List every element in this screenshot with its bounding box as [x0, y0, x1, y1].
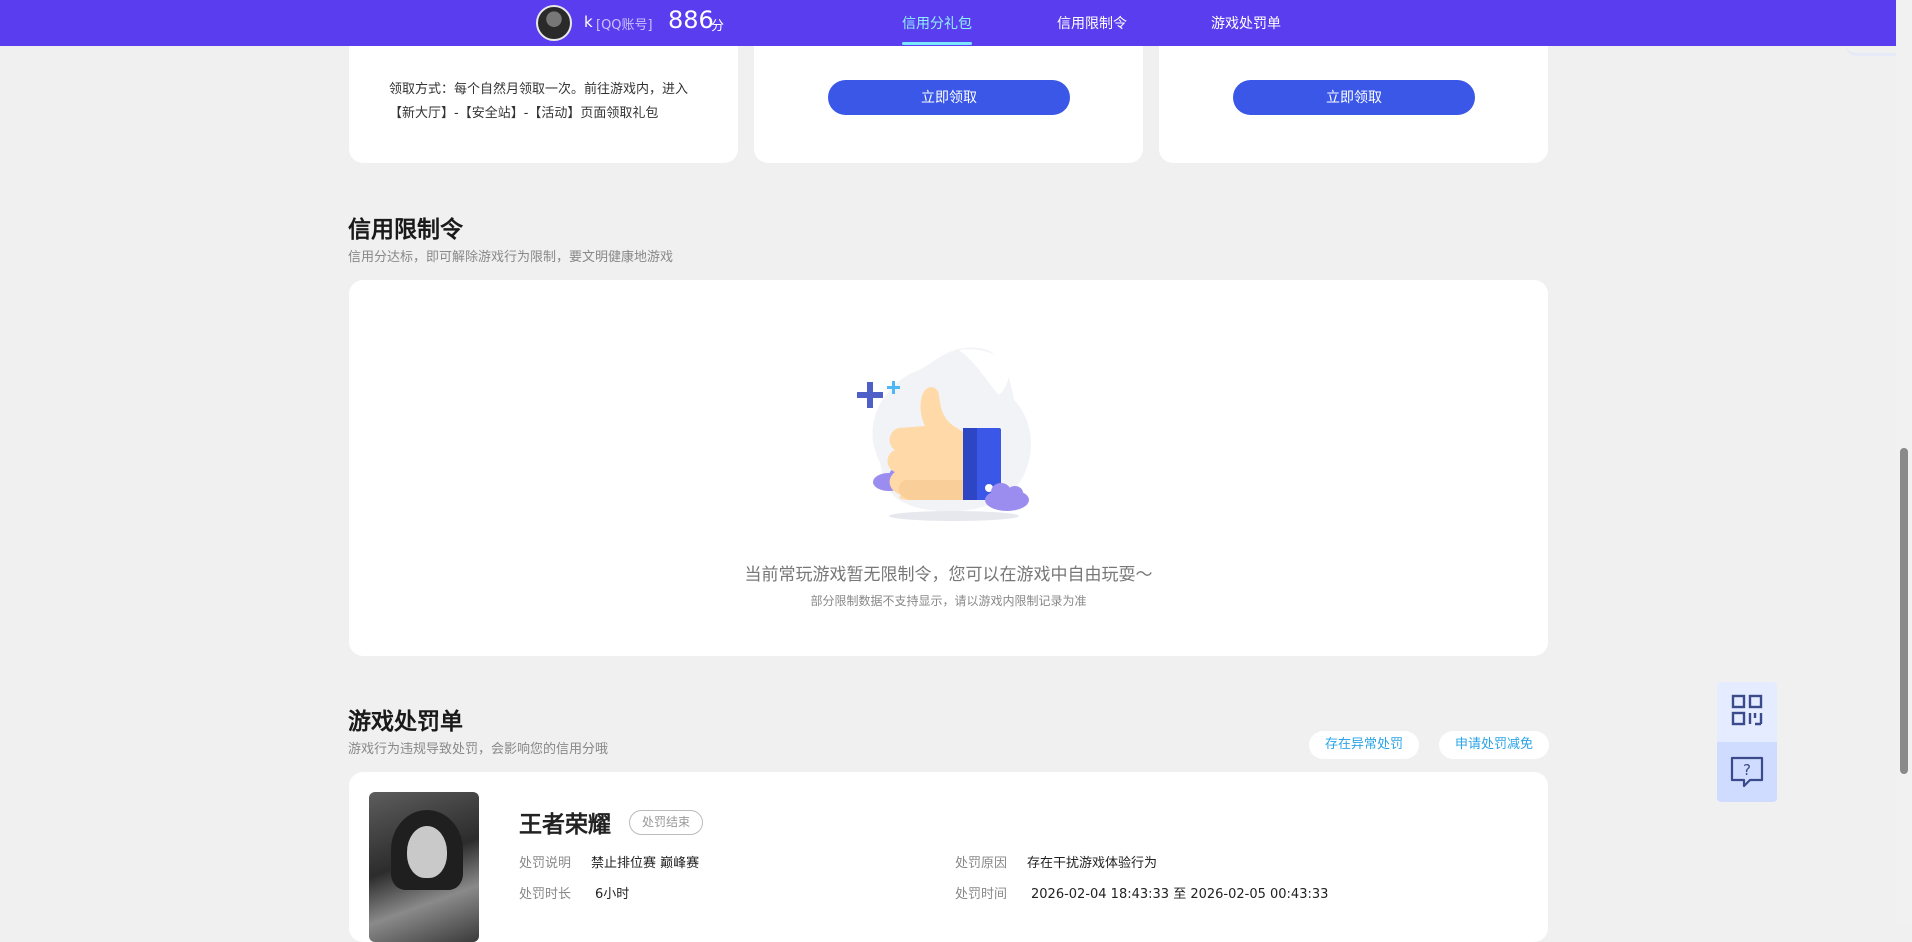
scrollbar-thumb[interactable] [1900, 448, 1908, 774]
empty-state-message: 当前常玩游戏暂无限制令，您可以在游戏中自由玩耍～ [744, 565, 1153, 585]
time-label: 处罚时间 [955, 887, 1008, 902]
account-type: [QQ账号] [596, 18, 653, 33]
status-badge: 处罚结束 [629, 810, 704, 835]
qr-code-icon [1731, 694, 1763, 726]
section-title-penalty: 游戏处罚单 [348, 709, 463, 735]
duration-value: 6小时 [595, 887, 630, 902]
score-unit: 分 [711, 19, 725, 34]
top-nav-bar: k [QQ账号] 886 分 信用分礼包 信用限制令 游戏处罚单 [0, 0, 1896, 46]
abnormal-penalty-button[interactable]: 存在异常处罚 [1309, 731, 1419, 759]
desc-value: 禁止排位赛 巅峰赛 [591, 856, 700, 871]
tab-credit-restriction[interactable]: 信用限制令 [1057, 13, 1127, 33]
claim-now-button[interactable]: 立即领取 [1233, 80, 1475, 115]
duration-label: 处罚时长 [519, 887, 572, 902]
avatar[interactable] [536, 5, 572, 41]
reason-label: 处罚原因 [955, 856, 1008, 871]
game-thumbnail [369, 792, 479, 942]
penalty-record-card: 王者荣耀 处罚结束 处罚说明 禁止排位赛 巅峰赛 处罚时长 6小时 处罚原因 存… [349, 772, 1548, 942]
reason-value: 存在干扰游戏体验行为 [1027, 856, 1158, 871]
help-button[interactable]: ? [1717, 742, 1777, 802]
user-name: k [584, 13, 593, 31]
restriction-card: 当前常玩游戏暂无限制令，您可以在游戏中自由玩耍～ 部分限制数据不支持显示，请以游… [349, 280, 1548, 656]
credit-score: 886 [668, 6, 714, 34]
empty-state-note: 部分限制数据不支持显示，请以游戏内限制记录为准 [810, 594, 1087, 608]
svg-text:?: ? [1743, 761, 1751, 779]
section-subtitle-penalty: 游戏行为违规导致处罚，会影响您的信用分哦 [348, 742, 609, 757]
section-subtitle-restriction: 信用分达标，即可解除游戏行为限制，要文明健康地游戏 [348, 250, 674, 265]
section-title-restriction: 信用限制令 [348, 217, 463, 243]
penalty-reduction-button[interactable]: 申请处罚减免 [1439, 731, 1549, 759]
active-tab-indicator [902, 42, 972, 45]
claim-now-button[interactable]: 立即领取 [828, 80, 1070, 115]
desc-label: 处罚说明 [519, 856, 572, 871]
claim-instructions: 领取方式：每个自然月领取一次。前往游戏内，进入【新大厅】-【安全站】-【活动】页… [389, 82, 689, 121]
qr-code-button[interactable] [1717, 682, 1777, 742]
tab-credit-gift[interactable]: 信用分礼包 [902, 13, 972, 33]
thumbs-up-illustration-icon [857, 347, 1031, 521]
game-name: 王者荣耀 [519, 812, 611, 838]
tab-game-penalty[interactable]: 游戏处罚单 [1211, 13, 1281, 33]
help-chat-icon: ? [1730, 756, 1764, 788]
time-value: 2026-02-04 18:43:33 至 2026-02-05 00:43:3… [1031, 887, 1329, 902]
